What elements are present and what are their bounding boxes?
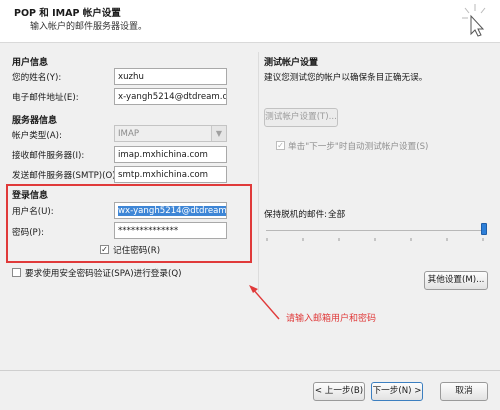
remember-password-label[interactable]: 记住密码(R) — [113, 244, 160, 256]
username-value: wx-yangh5214@dtdream.com — [118, 206, 226, 216]
name-label: 您的姓名(Y): — [12, 73, 62, 83]
page-title: POP 和 IMAP 帐户设置 — [14, 8, 121, 19]
slider-ticks — [266, 235, 484, 241]
user-info-heading: 用户信息 — [12, 58, 49, 68]
footer-divider — [0, 370, 500, 371]
more-settings-button[interactable]: 其他设置(M)... — [424, 271, 488, 290]
password-label: 密码(P): — [12, 228, 44, 238]
remember-password-checkbox[interactable]: ✓ — [100, 245, 109, 254]
test-settings-heading: 测试帐户设置 — [264, 58, 319, 68]
cursor-sparkle-icon — [458, 2, 492, 38]
slider-track — [266, 230, 484, 231]
next-button[interactable]: 下一步(N) > — [371, 382, 423, 401]
annotation-text: 请输入邮箱用户和密码 — [286, 314, 377, 324]
login-info-heading: 登录信息 — [12, 191, 49, 201]
password-input[interactable]: ************** — [114, 222, 227, 239]
auto-test-checkbox[interactable]: ✓ — [276, 141, 285, 150]
outgoing-server-label: 发送邮件服务器(SMTP)(O): — [12, 171, 119, 181]
name-input[interactable]: xuzhu — [114, 68, 227, 85]
incoming-server-input[interactable]: imap.mxhichina.com — [114, 146, 227, 163]
account-type-value: IMAP — [118, 129, 140, 139]
account-type-select: IMAP ▼ — [114, 125, 227, 142]
annotation-arrow — [246, 284, 282, 324]
incoming-server-label: 接收邮件服务器(I): — [12, 151, 85, 161]
spa-label[interactable]: 要求使用安全密码验证(SPA)进行登录(Q) — [25, 267, 181, 279]
slider-thumb[interactable] — [481, 223, 487, 235]
account-type-label: 帐户类型(A): — [12, 131, 62, 141]
username-input[interactable]: wx-yangh5214@dtdream.com — [114, 202, 227, 219]
email-label: 电子邮件地址(E): — [12, 93, 79, 103]
chevron-down-icon: ▼ — [211, 126, 226, 141]
spa-checkbox[interactable] — [12, 268, 21, 277]
email-input[interactable]: x-yangh5214@dtdream.com — [114, 88, 227, 105]
test-account-settings-button[interactable]: 测试帐户设置(T)... — [264, 108, 338, 127]
outgoing-server-input[interactable]: smtp.mxhichina.com — [114, 166, 227, 183]
offline-mail-value: 全部 — [328, 210, 346, 220]
username-label: 用户名(U): — [12, 207, 54, 217]
cancel-button[interactable]: 取消 — [440, 382, 488, 401]
page-subtitle: 输入帐户的邮件服务器设置。 — [30, 22, 148, 32]
column-divider — [258, 52, 259, 292]
back-button[interactable]: < 上一步(B) — [313, 382, 365, 401]
server-info-heading: 服务器信息 — [12, 116, 58, 126]
auto-test-label[interactable]: 单击"下一步"时自动测试帐户设置(S) — [288, 140, 428, 152]
test-settings-description: 建议您测试您的帐户以确保条目正确无误。 — [264, 73, 428, 83]
offline-mail-slider[interactable] — [266, 223, 487, 241]
offline-mail-label: 保持脱机的邮件: — [264, 210, 328, 220]
